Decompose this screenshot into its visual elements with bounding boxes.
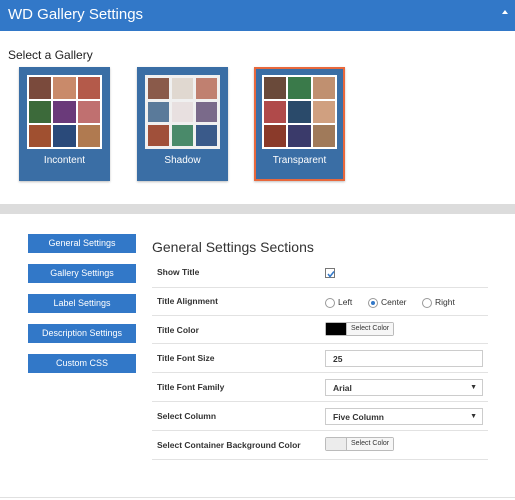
align-center-label: Center [381, 297, 407, 307]
select-color-button[interactable]: Select Color [346, 323, 394, 335]
select-column-select[interactable]: Five Column ▼ [325, 408, 483, 425]
gallery-card-incontent[interactable]: Incontent [19, 67, 110, 181]
align-left-radio[interactable] [325, 298, 335, 308]
nav-general-settings[interactable]: General Settings [28, 234, 136, 253]
gallery-card-shadow[interactable]: Shadow [137, 67, 228, 181]
select-column-label: Select Column [157, 411, 217, 421]
title-alignment-label: Title Alignment [157, 296, 218, 306]
color-swatch [326, 438, 346, 450]
title-font-family-label: Title Font Family [157, 382, 225, 392]
select-gallery-label: Select a Gallery [8, 48, 93, 62]
color-swatch [326, 323, 346, 335]
nav-custom-css[interactable]: Custom CSS [28, 354, 136, 373]
nav-gallery-settings[interactable]: Gallery Settings [28, 264, 136, 283]
gallery-card-transparent[interactable]: Transparent [254, 67, 345, 181]
section-divider [0, 204, 515, 214]
select-value: Five Column [333, 412, 385, 422]
page-title: WD Gallery Settings [8, 6, 144, 23]
chevron-down-icon: ▼ [470, 384, 477, 391]
card-label: Shadow [164, 155, 201, 166]
card-label: Transparent [272, 155, 327, 166]
bottom-divider [0, 497, 515, 498]
container-bg-color-picker[interactable]: Select Color [325, 437, 395, 451]
title-font-size-input[interactable]: 25 [325, 350, 483, 367]
align-right-radio[interactable] [422, 298, 432, 308]
title-color-label: Title Color [157, 325, 199, 335]
card-label: Incontent [43, 155, 86, 166]
select-value: Arial [333, 383, 352, 393]
row-title-color: Title Color [152, 316, 488, 344]
title-font-size-label: Title Font Size [157, 353, 215, 363]
gallery-thumbnail [145, 75, 220, 149]
title-color-picker[interactable]: Select Color [325, 322, 395, 336]
chevron-down-icon: ▼ [470, 413, 477, 420]
section-title: General Settings Sections [152, 239, 314, 255]
show-title-label: Show Title [157, 267, 200, 277]
container-bg-label: Select Container Background Color [157, 440, 301, 450]
nav-label-settings[interactable]: Label Settings [28, 294, 136, 313]
gallery-thumbnail [27, 75, 102, 149]
nav-description-settings[interactable]: Description Settings [28, 324, 136, 343]
align-right-label: Right [435, 297, 455, 307]
gallery-thumbnail [262, 75, 337, 149]
header-bar: WD Gallery Settings [0, 0, 515, 31]
row-container-bg: Select Container Background Color [152, 431, 488, 460]
select-color-button[interactable]: Select Color [346, 438, 394, 450]
row-show-title: Show Title [152, 260, 488, 288]
align-center-radio[interactable] [368, 298, 378, 308]
show-title-checkbox[interactable] [325, 268, 335, 278]
align-left-label: Left [338, 297, 353, 307]
title-font-family-select[interactable]: Arial ▼ [325, 379, 483, 396]
caret-up-icon[interactable] [500, 7, 510, 17]
